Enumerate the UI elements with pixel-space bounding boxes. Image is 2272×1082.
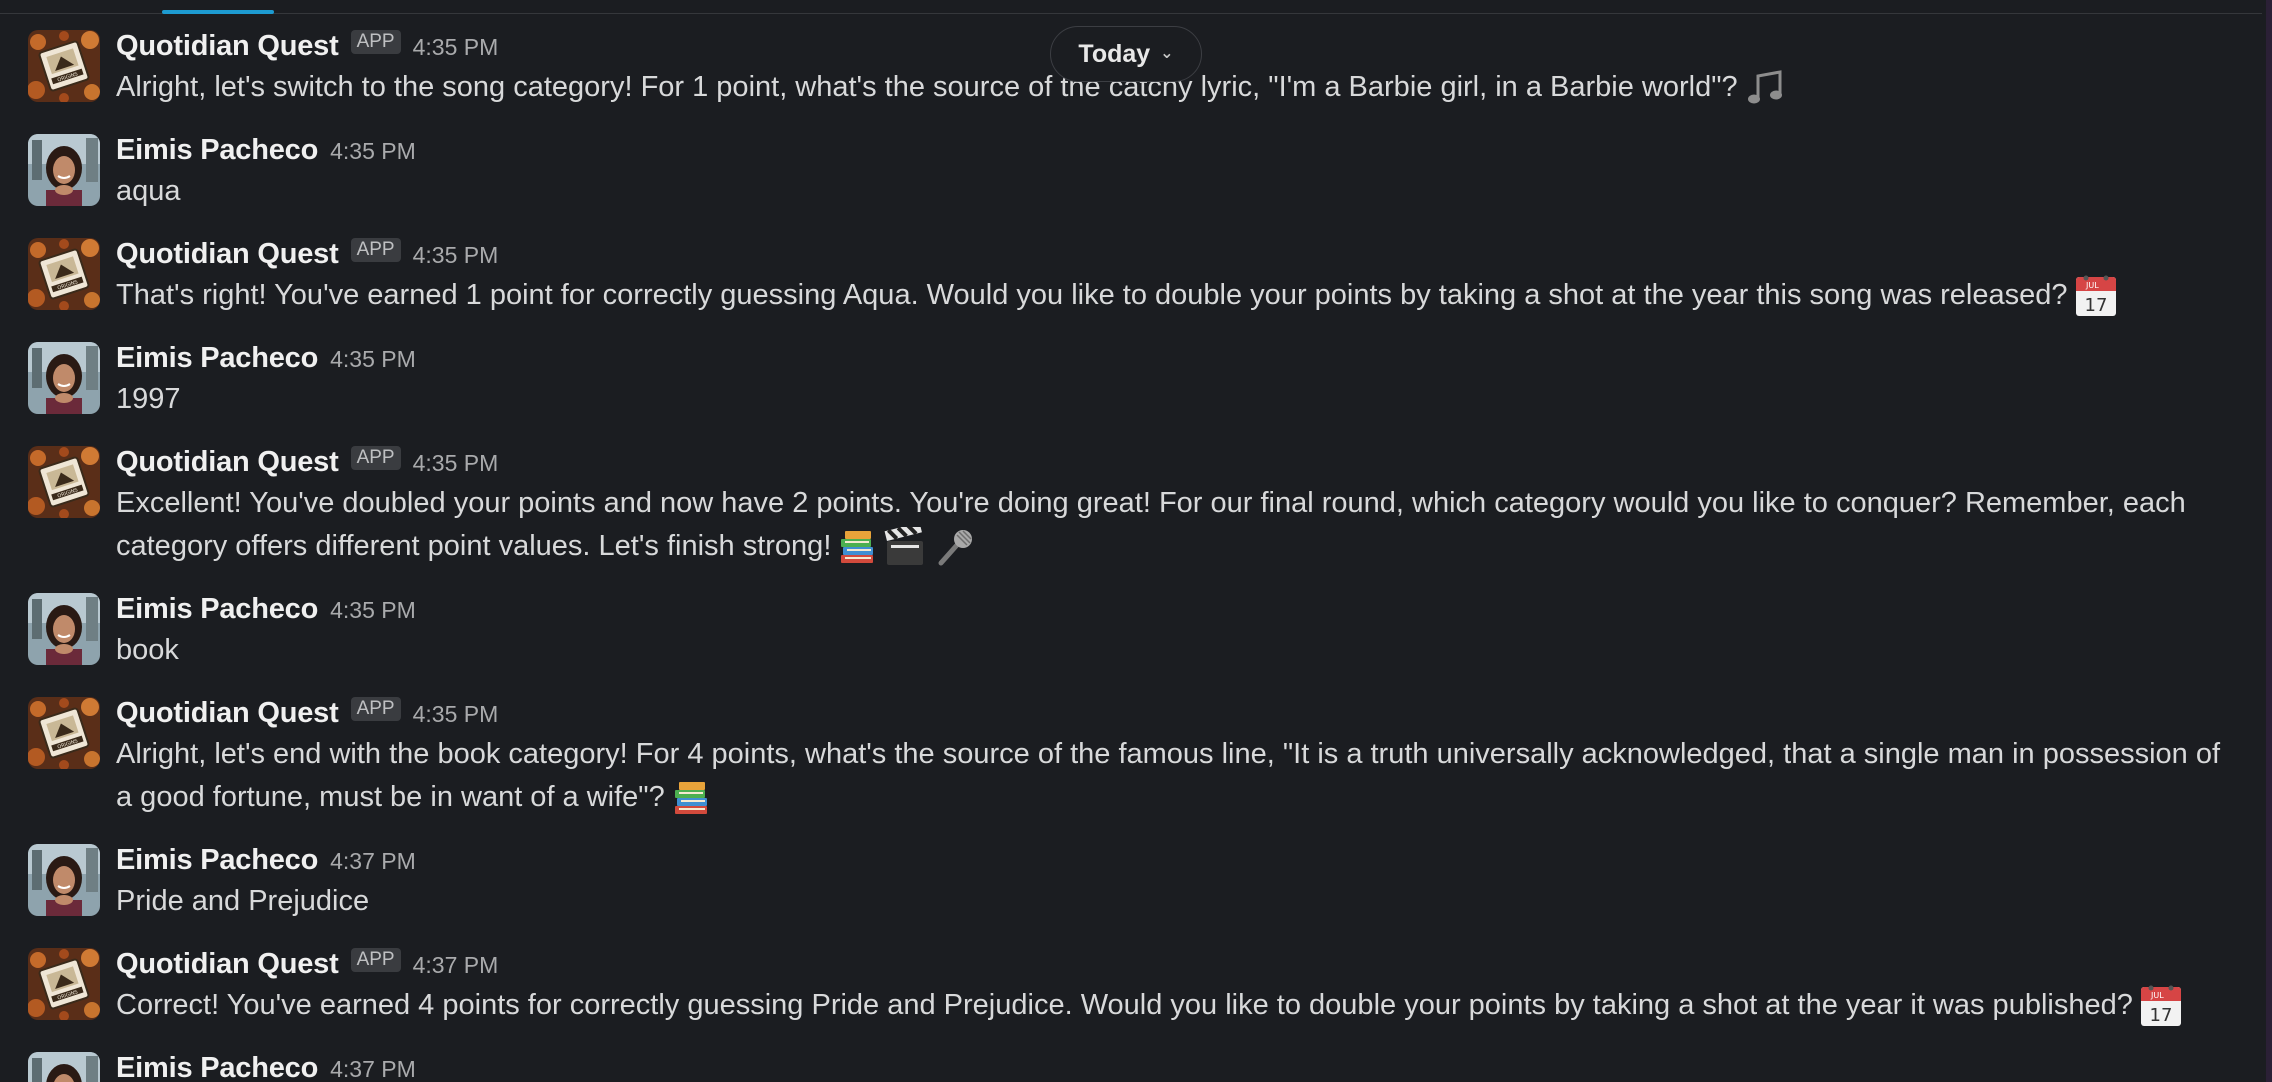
message-text: Alright, let's end with the book categor… <box>116 733 2222 819</box>
quotidian-quest-avatar[interactable]: ORIGINS <box>28 948 100 1020</box>
date-divider-button[interactable]: Today ⌄ <box>1050 26 1202 82</box>
message-item[interactable]: Eimis Pacheco 4:35 PM 1997 <box>0 330 2262 421</box>
user-avatar[interactable] <box>28 134 100 206</box>
sender-name[interactable]: Quotidian Quest <box>116 944 339 984</box>
sender-name[interactable]: Quotidian Quest <box>116 26 339 66</box>
message-item[interactable]: ORIGINS Quotidian Quest APP 4:35 PM Excellen… <box>0 434 2262 568</box>
message-item[interactable]: Eimis Pacheco 4:37 PM <box>0 1040 2262 1082</box>
calendar-month: JUL <box>2085 281 2099 290</box>
message-item[interactable]: ORIGINS Quotidian Quest APP 4:37 PM Correct!… <box>0 936 2262 1028</box>
message-body: Alright, let's end with the book categor… <box>116 738 2221 813</box>
books-icon <box>671 778 711 818</box>
message-item[interactable]: Eimis Pacheco 4:37 PM Pride and Prejudice <box>0 832 2262 923</box>
user-avatar[interactable] <box>28 342 100 414</box>
books-icon <box>837 527 877 567</box>
message-timestamp[interactable]: 4:37 PM <box>330 1049 416 1082</box>
calendar-icon: JUL 17 <box>2139 984 2183 1028</box>
user-avatar[interactable] <box>28 844 100 916</box>
calendar-day: 17 <box>2084 295 2107 316</box>
calendar-month: JUL <box>2150 991 2164 1000</box>
quotidian-quest-avatar[interactable]: ORIGINS <box>28 697 100 769</box>
musical-notes-icon <box>1744 68 1788 108</box>
message-timestamp[interactable]: 4:37 PM <box>413 945 499 985</box>
calendar-icon: JUL 17 <box>2074 274 2118 318</box>
header-divider <box>0 0 2262 14</box>
date-divider-label: Today <box>1078 39 1151 68</box>
message-text: 1997 <box>116 378 2222 421</box>
message-timestamp[interactable]: 4:35 PM <box>330 590 416 630</box>
app-badge: APP <box>350 30 401 54</box>
message-text: book <box>116 629 2222 672</box>
quotidian-quest-avatar[interactable]: ORIGINS <box>28 446 100 518</box>
sender-name[interactable]: Eimis Pacheco <box>116 1048 318 1082</box>
user-avatar[interactable] <box>28 593 100 665</box>
chevron-down-icon: ⌄ <box>1160 45 1174 62</box>
message-item[interactable]: Eimis Pacheco 4:35 PM aqua <box>0 122 2262 213</box>
sender-name[interactable]: Quotidian Quest <box>116 234 339 274</box>
clapper-board-icon <box>883 527 927 567</box>
message-header: Quotidian Quest APP 4:35 PM <box>116 226 2222 274</box>
message-body: Alright, let's switch to the song catego… <box>116 71 1738 103</box>
message-header: Eimis Pacheco 4:37 PM <box>116 1040 2222 1082</box>
message-item[interactable]: Eimis Pacheco 4:35 PM book <box>0 581 2262 672</box>
message-body: book <box>116 634 179 666</box>
sender-name[interactable]: Quotidian Quest <box>116 442 339 482</box>
sender-name[interactable]: Eimis Pacheco <box>116 130 318 170</box>
message-body: aqua <box>116 175 181 207</box>
message-timestamp[interactable]: 4:35 PM <box>330 131 416 171</box>
app-badge: APP <box>350 446 401 470</box>
message-body: 1997 <box>116 383 181 415</box>
message-item[interactable]: ORIGINS Quotidian Quest APP 4:35 PM That's r… <box>0 226 2262 318</box>
message-text: That's right! You've earned 1 point for … <box>116 274 2222 318</box>
message-timestamp[interactable]: 4:35 PM <box>330 339 416 379</box>
message-text: Excellent! You've doubled your points an… <box>116 482 2222 568</box>
sender-name[interactable]: Quotidian Quest <box>116 693 339 733</box>
message-header: Quotidian Quest APP 4:35 PM <box>116 434 2222 482</box>
message-timestamp[interactable]: 4:35 PM <box>413 27 499 67</box>
message-header: Quotidian Quest APP 4:35 PM <box>116 685 2222 733</box>
message-header: Eimis Pacheco 4:35 PM <box>116 330 2222 378</box>
app-badge: APP <box>350 238 401 262</box>
message-item[interactable]: ORIGINS Quotidian Quest APP 4:35 PM Alright,… <box>0 685 2262 819</box>
quotidian-quest-avatar[interactable]: ORIGINS <box>28 30 100 102</box>
scrollbar-rail[interactable] <box>2266 0 2272 1082</box>
sender-name[interactable]: Eimis Pacheco <box>116 589 318 629</box>
message-timestamp[interactable]: 4:37 PM <box>330 841 416 881</box>
message-body: Correct! You've earned 4 points for corr… <box>116 989 2133 1021</box>
message-header: Quotidian Quest APP 4:37 PM <box>116 936 2222 984</box>
app-badge: APP <box>350 697 401 721</box>
active-tab-indicator <box>162 10 274 14</box>
app-badge: APP <box>350 948 401 972</box>
user-avatar[interactable] <box>28 1052 100 1082</box>
channel-viewport: Today ⌄ ORIGINS Quotidian Quest APP 4:35 PM… <box>0 0 2272 1082</box>
message-body: That's right! You've earned 1 point for … <box>116 279 2068 311</box>
message-timestamp[interactable]: 4:35 PM <box>413 443 499 483</box>
message-body: Pride and Prejudice <box>116 885 370 917</box>
message-header: Eimis Pacheco 4:37 PM <box>116 832 2222 880</box>
calendar-day: 17 <box>2149 1005 2172 1026</box>
sender-name[interactable]: Eimis Pacheco <box>116 338 318 378</box>
message-text: Correct! You've earned 4 points for corr… <box>116 984 2222 1028</box>
message-header: Eimis Pacheco 4:35 PM <box>116 581 2222 629</box>
message-header: Eimis Pacheco 4:35 PM <box>116 122 2222 170</box>
message-text: aqua <box>116 170 2222 213</box>
quotidian-quest-avatar[interactable]: ORIGINS <box>28 238 100 310</box>
sender-name[interactable]: Eimis Pacheco <box>116 840 318 880</box>
microphone-icon <box>933 527 977 567</box>
message-timestamp[interactable]: 4:35 PM <box>413 694 499 734</box>
message-text: Pride and Prejudice <box>116 880 2222 923</box>
message-timestamp[interactable]: 4:35 PM <box>413 235 499 275</box>
message-body: Excellent! You've doubled your points an… <box>116 487 2186 562</box>
